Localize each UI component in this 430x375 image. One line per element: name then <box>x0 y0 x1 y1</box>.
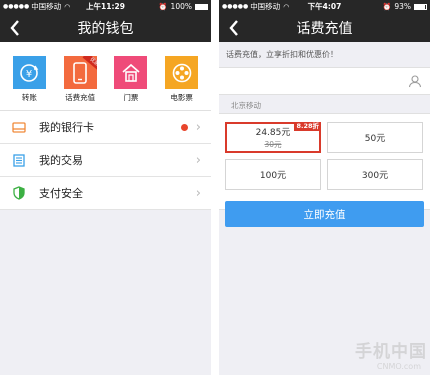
amount-options: 24.85元 30元 8.28折 50元 100元 300元 <box>219 113 430 210</box>
amount-price: 50元 <box>364 134 386 144</box>
carrier-label: 北京移动 <box>231 101 261 110</box>
signal-icon: ●●●●● <box>3 3 30 10</box>
amount-option-100[interactable]: 100元 <box>225 159 321 190</box>
recharge-now-button[interactable]: 立即充值 <box>225 201 424 227</box>
shortcut-label: 门票 <box>123 93 139 102</box>
watermark: 手机中国 CNMO.com <box>355 337 427 371</box>
chevron-left-icon <box>10 19 19 36</box>
contact-icon[interactable] <box>408 74 422 88</box>
watermark-url: CNMO.com <box>376 362 421 371</box>
transfer-icon: ¥ <box>12 56 46 89</box>
shortcut-tickets[interactable]: 门票 <box>109 42 153 110</box>
alarm-icon: ⏰ <box>382 2 392 11</box>
wifi-icon: ◠ <box>283 2 290 11</box>
shortcut-transfer[interactable]: ¥ 转账 <box>7 42 51 110</box>
shortcut-movie-tickets[interactable]: 电影票 <box>160 42 204 110</box>
battery-percent: 100% <box>170 2 192 11</box>
menu-item-bank-cards[interactable]: 我的银行卡 › <box>0 111 211 144</box>
shortcut-label: 电影票 <box>170 93 193 102</box>
chevron-right-icon: › <box>195 119 201 135</box>
chevron-right-icon: › <box>195 152 201 168</box>
battery-icon <box>414 3 427 10</box>
watermark-logo: 手机中国 <box>355 342 427 362</box>
notification-dot <box>180 123 188 131</box>
amount-price: 24.85元 <box>255 128 291 138</box>
nav-bar: 话费充值 <box>219 13 430 42</box>
menu-item-transactions[interactable]: 我的交易 › <box>0 144 211 177</box>
shortcut-label: 转账 <box>21 93 37 102</box>
battery-icon <box>195 3 208 10</box>
phone-number-row <box>219 67 430 95</box>
amount-price: 100元 <box>259 171 287 181</box>
shield-icon <box>12 186 26 200</box>
chevron-left-icon <box>229 19 238 36</box>
wallet-menu: 我的银行卡 › 我的交易 › 支付安全 › <box>0 110 211 210</box>
house-icon <box>114 56 148 89</box>
promo-text: 话费充值，立享折扣和优惠价！ <box>226 50 338 59</box>
menu-item-label: 支付安全 <box>39 187 83 200</box>
amount-option-50[interactable]: 50元 <box>327 122 423 153</box>
alarm-icon: ⏰ <box>158 2 168 11</box>
status-bar: ●●●●● 中国移动 ◠ 下午4:07 ⏰ 93% <box>219 0 430 13</box>
menu-item-label: 我的银行卡 <box>39 121 94 134</box>
page-title: 我的钱包 <box>77 20 134 37</box>
shortcut-phone-recharge[interactable]: 优惠 话费充值 <box>58 42 102 110</box>
shortcut-row: ¥ 转账 优惠 话费充值 门票 电影票 <box>0 42 211 110</box>
phone-number-input[interactable] <box>227 72 397 90</box>
menu-item-payment-security[interactable]: 支付安全 › <box>0 177 211 210</box>
back-button[interactable] <box>6 17 24 38</box>
chevron-right-icon: › <box>195 185 201 201</box>
original-price: 30元 <box>264 140 282 149</box>
carrier-name: 中国移动 <box>31 2 62 11</box>
status-bar: ●●●●● 中国移动 ◠ 上午11:29 ⏰ 100% <box>0 0 211 13</box>
amount-option-300[interactable]: 300元 <box>327 159 423 190</box>
recharge-screen: ●●●●● 中国移动 ◠ 下午4:07 ⏰ 93% 话费充值 话费充值，立享折扣… <box>219 0 430 375</box>
list-icon <box>12 153 26 167</box>
amount-price: 300元 <box>361 171 389 181</box>
amount-option-30[interactable]: 24.85元 30元 8.28折 <box>225 122 321 153</box>
page-title: 话费充值 <box>296 20 353 37</box>
discount-badge: 8.28折 <box>294 122 321 131</box>
shortcut-label: 话费充值 <box>65 93 96 102</box>
svg-text:¥: ¥ <box>26 69 32 80</box>
signal-icon: ●●●●● <box>222 3 249 10</box>
wallet-screen: ●●●●● 中国移动 ◠ 上午11:29 ⏰ 100% 我的钱包 ¥ 转账 优惠… <box>0 0 211 375</box>
phone-icon: 优惠 <box>63 56 97 89</box>
bank-card-icon <box>12 120 26 134</box>
menu-item-label: 我的交易 <box>39 154 83 167</box>
wifi-icon: ◠ <box>64 2 71 11</box>
nav-bar: 我的钱包 <box>0 13 211 42</box>
back-button[interactable] <box>225 17 243 38</box>
carrier-name: 中国移动 <box>250 2 281 11</box>
film-reel-icon <box>165 56 199 89</box>
battery-percent: 93% <box>394 2 411 11</box>
